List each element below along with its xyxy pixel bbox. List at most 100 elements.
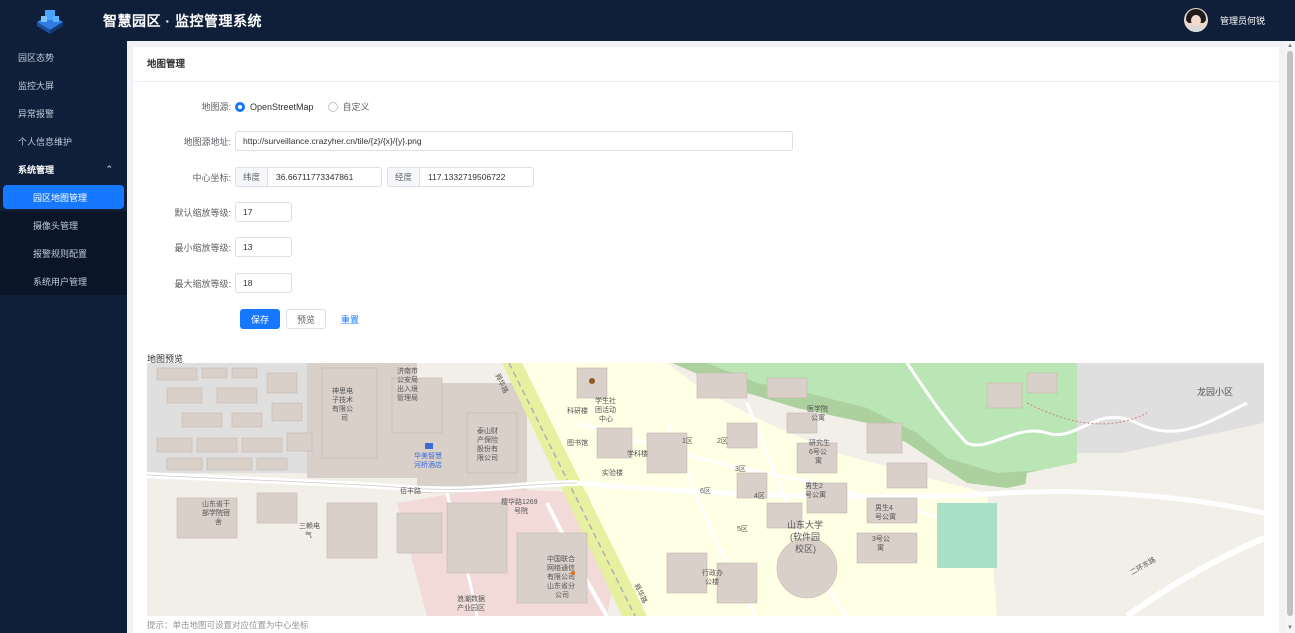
- sidebar-item-profile[interactable]: 个人信息维护: [0, 127, 127, 155]
- user-name[interactable]: 管理员何锐: [1220, 14, 1265, 27]
- sidebar-item-map-management[interactable]: 园区地图管理: [3, 185, 124, 209]
- user-menu[interactable]: 管理员何锐: [1183, 8, 1265, 32]
- sidebar-item-overview[interactable]: 园区态势: [0, 43, 127, 71]
- map-label-hotel2: 河桥酒店: [414, 460, 442, 469]
- map-label-yanjiu: 研究生: [809, 438, 830, 447]
- top-header: 智慧园区 · 监控管理系统 管理员何锐: [0, 0, 1295, 41]
- map-preview[interactable]: 龙园小区 山东大学 (软件园 校区) 樱华路1269 号院 中国联合 网络通信 …: [147, 363, 1264, 616]
- scroll-up-icon[interactable]: ▲: [1287, 43, 1293, 49]
- map-label-sdu2: (软件园: [790, 531, 820, 542]
- map-hint: 提示：单击地图可设置对应位置为中心坐标: [147, 620, 309, 630]
- map-label-nansheng4: 男生4: [875, 503, 893, 512]
- latitude-input[interactable]: 纬度 36.66711773347861: [235, 167, 382, 187]
- sidebar-item-label: 报警规则配置: [33, 248, 88, 259]
- radio-custom[interactable]: 自定义: [327, 100, 370, 113]
- map-label-yixue: 医学院: [807, 404, 828, 413]
- map-label-unicom1: 中国联合: [547, 554, 575, 563]
- map-poi-marker: [571, 571, 575, 575]
- map-label-shenlu2: 子技术: [332, 395, 353, 404]
- radio-dot: [327, 101, 338, 112]
- map-label-yanjiu2: 6号公: [809, 448, 827, 456]
- map-label-nansheng2: 男生2: [805, 481, 823, 490]
- map-label-xuesheng2: 团活动: [595, 405, 616, 414]
- longitude-input[interactable]: 经度 117.1332719506722: [387, 167, 534, 187]
- sidebar-item-label: 系统用户管理: [33, 276, 88, 287]
- map-label-lab: 科研楼: [567, 406, 588, 415]
- app-logo[interactable]: [15, 0, 85, 41]
- map-poi-marker: [589, 378, 595, 384]
- map-label-library: 图书馆: [567, 438, 588, 447]
- sidebar-item-label: 园区态势: [18, 52, 55, 63]
- scroll-thumb[interactable]: [1287, 51, 1293, 616]
- map-label-jinan4: 管理局: [397, 393, 418, 402]
- radio-openstreetmap[interactable]: OpenStreetMap: [235, 101, 314, 112]
- url-row: 地图源地址: http://surveillance.crazyher.cn/t…: [133, 131, 793, 151]
- map-label-q3: 3区: [735, 465, 746, 473]
- map-label-xuesheng: 学生社: [595, 396, 616, 405]
- map-label-longyuan: 龙园小区: [1197, 386, 1233, 397]
- min-zoom-row: 最小缩放等级: 13: [133, 237, 292, 257]
- map-label-shuzi2: 产业园区: [457, 603, 485, 612]
- map-label-xingzheng: 行政办: [702, 568, 723, 577]
- map-label-shenlu4: 司: [341, 414, 348, 422]
- app-title: 智慧园区 · 监控管理系统: [103, 12, 262, 29]
- map-label-yanjiu3: 寓: [815, 456, 822, 465]
- map-label-ganbu: 山东省干: [202, 499, 230, 508]
- url-input[interactable]: http://surveillance.crazyher.cn/tile/{z}…: [235, 131, 793, 151]
- map-label-shenlu3: 有限公: [332, 404, 353, 413]
- map-label-unicom2: 网络通信: [547, 563, 575, 572]
- center-label: 中心坐标:: [192, 172, 231, 183]
- map-label-hotel: 华美智慧: [414, 451, 442, 460]
- map-label-nansheng2b: 号公寓: [805, 490, 826, 499]
- map-label-taishan2: 产保险: [477, 435, 498, 444]
- chevron-up-icon: ⌃: [105, 164, 113, 174]
- map-label-g3b: 寓: [877, 543, 884, 552]
- scroll-down-icon[interactable]: ▼: [1287, 625, 1293, 631]
- default-zoom-input[interactable]: 17: [235, 202, 292, 222]
- longitude-value[interactable]: 117.1332719506722: [420, 168, 513, 186]
- sidebar-item-label: 异常报警: [18, 108, 55, 119]
- sidebar-group-system[interactable]: 系统管理 ⌃: [0, 155, 127, 183]
- save-button[interactable]: 保存: [240, 309, 280, 329]
- radio-dot: [235, 101, 245, 112]
- map-label-sanjin: 三赖电: [299, 521, 320, 530]
- map-label-ganbu3: 舍: [215, 517, 222, 526]
- map-label-xueke: 学科楼: [627, 449, 648, 458]
- radio-label: OpenStreetMap: [250, 101, 314, 112]
- map-label-q1: 1区: [682, 437, 693, 445]
- map-label-shuzi: 浪潮数据: [457, 594, 485, 603]
- sidebar-item-label: 摄像头管理: [33, 220, 79, 231]
- preview-button[interactable]: 预览: [286, 309, 326, 329]
- map-label-sdu: 山东大学: [787, 519, 823, 530]
- reset-button[interactable]: 重置: [330, 309, 370, 329]
- map-label-q6: 6区: [700, 487, 711, 495]
- map-label-sdu3: 校区): [795, 543, 816, 554]
- avatar[interactable]: [1183, 8, 1208, 32]
- latitude-value[interactable]: 36.66711773347861: [268, 168, 361, 186]
- map-label-unicom5: 公司: [555, 591, 569, 599]
- map-label-g3: 3号公: [872, 535, 890, 543]
- sidebar-item-camera-management[interactable]: 摄像头管理: [0, 211, 127, 239]
- map-label-q4: 4区: [754, 492, 765, 500]
- max-zoom-input[interactable]: 18: [235, 273, 292, 293]
- sidebar-item-system-users[interactable]: 系统用户管理: [0, 267, 127, 295]
- sidebar-item-alarm-rules[interactable]: 报警规则配置: [0, 239, 127, 267]
- map-label-jinan: 济南市: [397, 366, 418, 375]
- map-label-taishan: 泰山财: [477, 426, 498, 435]
- min-zoom-input[interactable]: 13: [235, 237, 292, 257]
- sidebar-item-alarms[interactable]: 异常报警: [0, 99, 127, 127]
- map-label-shiyan: 实验楼: [602, 468, 623, 477]
- page-scrollbar[interactable]: ▲ ▼: [1285, 41, 1295, 633]
- map-label-jinan2: 公安局: [397, 375, 418, 384]
- longitude-prefix: 经度: [388, 168, 421, 186]
- min-zoom-label: 最小缩放等级:: [174, 242, 231, 253]
- sidebar-item-monitor-screen[interactable]: 监控大屏: [0, 71, 127, 99]
- map-label-xingzheng2: 公楼: [705, 577, 719, 586]
- map-label-yixue2: 公寓: [811, 413, 825, 422]
- max-zoom-row: 最大缩放等级: 18: [133, 273, 292, 293]
- map-label-yinghua: 樱华路1269: [501, 497, 538, 506]
- main-content: 地图管理 地图源: OpenStreetMap 自定义 地图源地址: http:…: [127, 41, 1285, 633]
- sidebar-group-label: 系统管理: [18, 164, 55, 175]
- map-label-sanjin2: 气: [305, 530, 312, 539]
- default-zoom-label: 默认缩放等级:: [174, 207, 231, 218]
